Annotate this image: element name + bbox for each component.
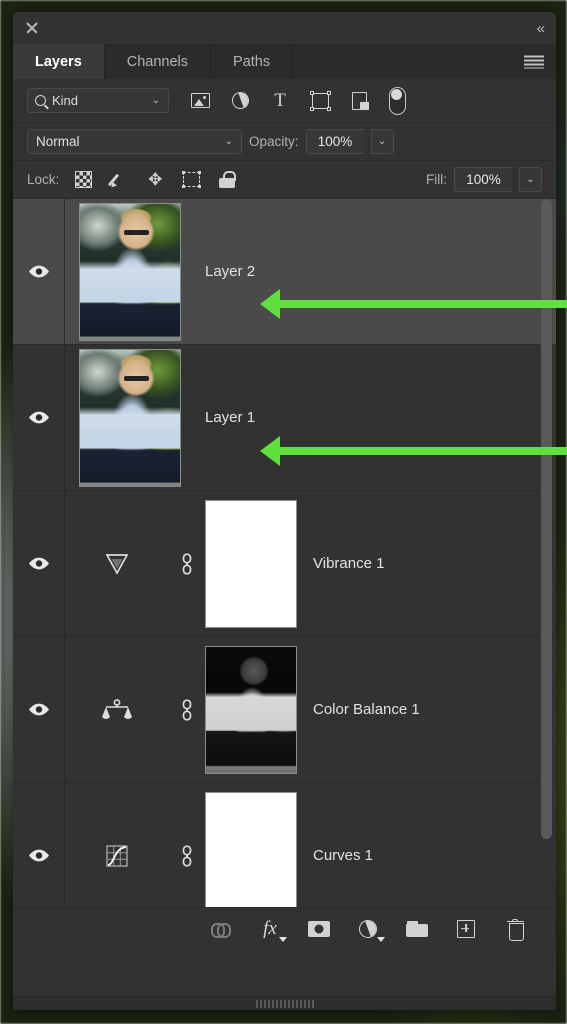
layer-mask-thumbnail[interactable] <box>205 645 297 774</box>
tabstrip-filler <box>293 44 556 79</box>
table-row[interactable]: Vibrance 1 <box>13 491 556 637</box>
layers-panel: « Layers Channels Paths Kind ⌄ T Normal … <box>13 12 556 1010</box>
filter-type-buttons: T <box>189 86 406 115</box>
tab-channels-label: Channels <box>126 53 189 70</box>
eye-icon <box>28 411 50 424</box>
filter-enable-toggle[interactable] <box>389 86 406 115</box>
table-row[interactable]: Curves 1 <box>13 783 556 907</box>
layer-mask-thumbnail[interactable] <box>205 791 297 907</box>
tab-layers-label: Layers <box>35 53 82 70</box>
layer-visibility-toggle[interactable] <box>13 783 65 907</box>
close-icon[interactable] <box>25 21 39 35</box>
filter-kind-label: Kind <box>52 93 79 108</box>
annotation-arrow-layer-2 <box>260 289 567 319</box>
lock-buttons: ✥ <box>73 170 237 190</box>
chevron-down-icon: ⌄ <box>224 136 233 147</box>
layer-name[interactable]: Layer 1 <box>205 409 255 426</box>
link-layers-button[interactable] <box>209 917 233 941</box>
mask-link-icon[interactable] <box>169 844 205 867</box>
fill-group: Fill: 100% ⌄ <box>426 167 542 192</box>
pixel-layer-filter-icon[interactable] <box>189 90 211 112</box>
panel-resize-grip[interactable] <box>13 996 556 1010</box>
fill-input[interactable]: 100% <box>454 167 512 192</box>
layer-name[interactable]: Color Balance 1 <box>313 701 420 718</box>
thumbnail-photo <box>80 349 180 486</box>
layer-visibility-toggle[interactable] <box>13 637 65 782</box>
vibrance-icon[interactable] <box>65 552 169 576</box>
collapse-to-icons-icon[interactable]: « <box>537 21 545 36</box>
filter-kind-select[interactable]: Kind ⌄ <box>27 88 169 113</box>
shape-layer-filter-icon[interactable] <box>309 90 331 112</box>
eye-icon <box>28 265 50 278</box>
layer-list-scrollbar-thumb[interactable] <box>541 199 552 839</box>
layer-thumbnail-cell[interactable] <box>65 348 181 487</box>
layer-thumbnail[interactable] <box>79 348 181 487</box>
blend-mode-row: Normal ⌄ Opacity: 100% ⌄ <box>13 123 556 161</box>
delete-layer-button[interactable] <box>503 917 527 941</box>
tab-paths[interactable]: Paths <box>211 44 294 79</box>
layer-name[interactable]: Vibrance 1 <box>313 555 384 572</box>
curves-icon[interactable] <box>65 844 169 868</box>
filter-row: Kind ⌄ T <box>13 79 556 123</box>
lock-image-pixels-icon[interactable] <box>109 170 129 190</box>
new-group-button[interactable] <box>405 917 429 941</box>
panel-tabstrip: Layers Channels Paths <box>13 44 556 79</box>
add-layer-mask-button[interactable] <box>307 917 331 941</box>
mask-link-icon[interactable] <box>169 552 205 575</box>
layers-bottom-toolbar: fx <box>13 907 556 949</box>
lock-all-icon[interactable] <box>217 170 237 190</box>
lock-row: Lock: ✥ Fill: 100% ⌄ <box>13 161 556 199</box>
layer-name[interactable]: Layer 2 <box>205 263 255 280</box>
opacity-label: Opacity: <box>249 134 299 149</box>
table-row[interactable]: Layer 1 <box>13 345 556 491</box>
lock-label: Lock: <box>27 172 60 187</box>
new-adjustment-layer-button[interactable] <box>356 916 385 942</box>
table-row[interactable]: Layer 2 <box>13 199 556 345</box>
blend-mode-select[interactable]: Normal ⌄ <box>27 129 242 154</box>
mask-link-icon[interactable] <box>169 698 205 721</box>
new-layer-button[interactable] <box>454 917 478 941</box>
blend-mode-value: Normal <box>36 134 80 149</box>
eye-icon <box>28 703 50 716</box>
layer-mask-thumbnail[interactable] <box>205 499 297 628</box>
thumbnail-photo <box>80 203 180 340</box>
lock-position-icon[interactable]: ✥ <box>145 170 165 190</box>
layer-visibility-toggle[interactable] <box>13 491 65 636</box>
search-icon <box>35 95 46 106</box>
chevron-down-icon: ⌄ <box>151 95 160 106</box>
fill-label: Fill: <box>426 172 447 187</box>
layer-name[interactable]: Curves 1 <box>313 847 373 864</box>
table-row[interactable]: Color Balance 1 <box>13 637 556 783</box>
adjustment-layer-filter-icon[interactable] <box>229 89 251 112</box>
panel-titlebar: « <box>13 12 556 44</box>
layer-style-fx-button[interactable]: fx <box>258 917 287 942</box>
tab-paths-label: Paths <box>233 53 271 70</box>
lock-nesting-icon[interactable] <box>181 170 201 190</box>
layer-thumbnail-cell[interactable] <box>65 202 181 341</box>
layer-visibility-toggle[interactable] <box>13 199 65 344</box>
layer-visibility-toggle[interactable] <box>13 345 65 490</box>
opacity-input[interactable]: 100% <box>305 129 364 154</box>
lock-transparent-pixels-icon[interactable] <box>73 170 93 190</box>
eye-icon <box>28 557 50 570</box>
annotation-arrow-layer-1 <box>260 436 567 466</box>
hamburger-menu-icon[interactable] <box>524 55 544 68</box>
tab-channels[interactable]: Channels <box>105 44 212 79</box>
tab-layers[interactable]: Layers <box>13 44 105 79</box>
grip-lines-icon <box>255 999 314 1008</box>
opacity-stepper-chevron-icon[interactable]: ⌄ <box>370 129 394 154</box>
type-layer-filter-icon[interactable]: T <box>269 90 291 112</box>
smart-object-filter-icon[interactable] <box>349 90 371 112</box>
fill-stepper-chevron-icon[interactable]: ⌄ <box>519 167 542 192</box>
eye-icon <box>28 849 50 862</box>
color-balance-icon[interactable] <box>65 698 169 722</box>
layer-thumbnail[interactable] <box>79 202 181 341</box>
